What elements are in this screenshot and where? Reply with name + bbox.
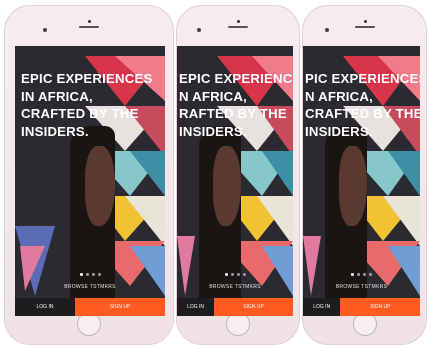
login-button[interactable]: LOG IN — [177, 298, 215, 316]
portrait-face — [85, 146, 115, 226]
signup-button[interactable]: SIGN UP — [75, 298, 165, 316]
phone-frame-1: ●●○○ CELL 17:28 ▭ EPIC EXPERIENCES IN AF… — [4, 5, 174, 345]
page-dot[interactable] — [91, 273, 95, 276]
page-indicator — [177, 273, 293, 276]
hero-headline: EPIC EXPERIENCES IN AFRICA, CRAFTED BY T… — [21, 71, 153, 139]
auth-bar: LOG IN SIGN UP — [303, 298, 420, 316]
app-screen-2: ●●○○ CELL 17:28 ▭ EPIC EXPERIENCES N AFR… — [177, 46, 293, 316]
page-indicator — [303, 273, 420, 276]
page-dot[interactable] — [236, 273, 240, 276]
speaker-grille — [79, 26, 99, 28]
signup-button[interactable]: SIGN UP — [340, 298, 420, 316]
camera-icon — [363, 20, 367, 23]
speaker-grille — [354, 26, 375, 28]
page-indicator — [15, 273, 165, 276]
portrait-face — [339, 146, 367, 226]
auth-bar: LOG IN SIGN UP — [15, 298, 165, 316]
front-camera-icon — [325, 28, 329, 32]
app-screen-3: ●●○○ CELL 17:28 ▭ PIC EXPERIENCES N AFRI… — [303, 46, 420, 316]
front-camera-icon — [43, 28, 47, 32]
camera-icon — [237, 20, 240, 23]
signup-button[interactable]: SIGN UP — [214, 298, 293, 316]
speaker-grille — [228, 26, 248, 28]
page-dot[interactable] — [85, 273, 89, 276]
page-dot[interactable] — [363, 273, 366, 276]
app-screen-1: ●●○○ CELL 17:28 ▭ EPIC EXPERIENCES IN AF… — [15, 46, 165, 316]
page-dot[interactable] — [230, 273, 234, 276]
browse-link[interactable]: BROWSE TSTMKRS — [303, 284, 420, 290]
page-dot[interactable] — [97, 273, 101, 276]
page-dot[interactable] — [242, 273, 246, 276]
page-dot[interactable] — [224, 273, 228, 276]
login-button[interactable]: LOG IN — [15, 298, 75, 316]
hero-headline: EPIC EXPERIENCES N AFRICA, RAFTED BY THE… — [179, 71, 293, 139]
hero-headline: PIC EXPERIENCES N AFRICA, CRAFTED BY THE… — [305, 71, 420, 139]
auth-bar: LOG IN SIGN UP — [177, 298, 293, 316]
browse-link[interactable]: BROWSE TSTMKRS — [15, 284, 165, 290]
front-camera-icon — [197, 28, 201, 32]
camera-icon — [88, 20, 91, 23]
phone-frame-3: ●●○○ CELL 17:28 ▭ PIC EXPERIENCES N AFRI… — [302, 5, 427, 345]
page-dot[interactable] — [351, 273, 354, 276]
login-button[interactable]: LOG IN — [303, 298, 341, 316]
portrait-face — [213, 146, 241, 226]
page-dot[interactable] — [369, 273, 372, 276]
browse-link[interactable]: BROWSE TSTMKRS — [177, 284, 293, 290]
phone-frame-2: ●●○○ CELL 17:28 ▭ EPIC EXPERIENCES N AFR… — [176, 5, 300, 345]
page-dot[interactable] — [79, 273, 83, 276]
page-dot[interactable] — [357, 273, 360, 276]
